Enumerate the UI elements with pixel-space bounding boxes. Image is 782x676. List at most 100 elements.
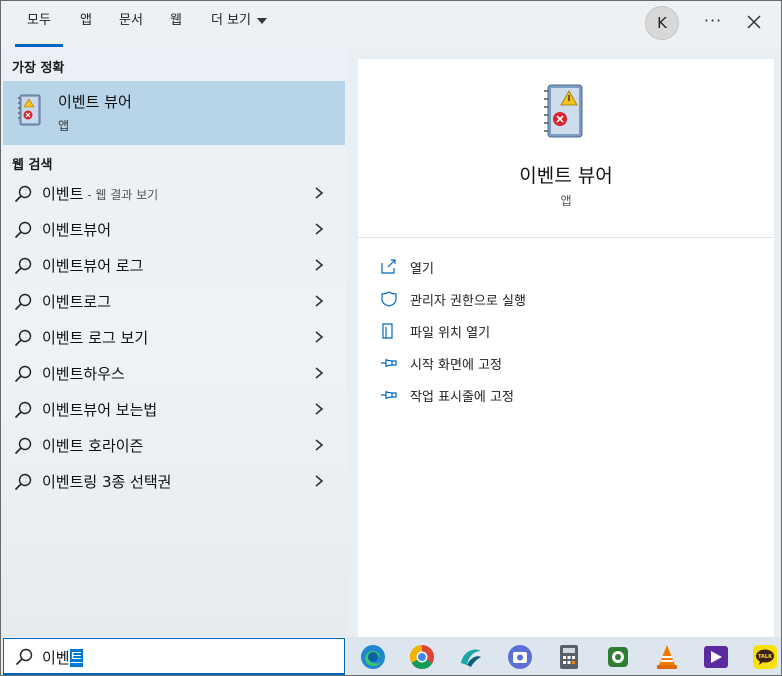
- web-search-item-text: 이벤트뷰어 보는법: [42, 401, 158, 419]
- tab-apps[interactable]: 앱: [71, 1, 101, 47]
- chevron-down-icon: [257, 17, 267, 24]
- open-icon: [381, 259, 396, 274]
- web-search-item-label: 이벤트하우스: [42, 363, 125, 384]
- action-open[interactable]: 열기: [380, 256, 760, 280]
- vlc-icon[interactable]: [653, 643, 681, 671]
- action-pin-taskbar-label: 작업 표시줄에 고정: [410, 390, 514, 405]
- search-input[interactable]: 이벤트: [3, 638, 345, 675]
- web-search-item-text: 이벤트: [42, 185, 84, 203]
- web-search-item-label: 이벤트 호라이즌: [42, 435, 143, 456]
- app-icon[interactable]: [604, 643, 632, 671]
- web-search-heading: 웹 검색: [12, 158, 53, 173]
- web-search-item-text: 이벤트하우스: [42, 365, 125, 383]
- web-search-item-text: 이벤트 로그 보기: [42, 329, 149, 347]
- chevron-right-icon: [315, 367, 324, 379]
- video-editor-icon[interactable]: [702, 643, 730, 671]
- tab-documents[interactable]: 문서: [109, 1, 153, 47]
- web-search-item[interactable]: 이벤트하우스: [3, 355, 345, 391]
- chrome-icon[interactable]: [408, 643, 436, 671]
- search-icon: [15, 648, 33, 666]
- web-search-item[interactable]: 이벤트로그: [3, 283, 345, 319]
- chevron-right-icon: [315, 439, 324, 451]
- web-search-item-label: 이벤트 로그 보기: [42, 327, 148, 348]
- web-search-item-label: 이벤트뷰어 로그: [42, 255, 143, 276]
- search-icon: [14, 365, 32, 383]
- tab-more[interactable]: 더 보기: [201, 1, 277, 47]
- tab-web[interactable]: 웹: [161, 1, 191, 47]
- divider: [358, 237, 774, 238]
- best-match-item[interactable]: 이벤트 뷰어 앱: [3, 81, 345, 145]
- event-viewer-icon: [544, 84, 583, 138]
- web-search-item-label: 이벤트뷰어: [42, 219, 111, 240]
- web-search-item-label: 이벤트 - 웹 결과 보기: [42, 183, 158, 204]
- best-match-type: 앱: [58, 119, 70, 133]
- web-search-item-text: 이벤트 호라이즌: [42, 437, 144, 455]
- search-icon: [14, 329, 32, 347]
- taskbar: TALK: [347, 637, 781, 675]
- chevron-right-icon: [315, 187, 324, 199]
- action-open-label: 열기: [410, 262, 434, 277]
- action-pin-start-label: 시작 화면에 고정: [410, 358, 502, 373]
- chevron-right-icon: [315, 223, 324, 235]
- action-pin-taskbar[interactable]: 작업 표시줄에 고정: [380, 384, 760, 408]
- web-search-item[interactable]: 이벤트뷰어: [3, 211, 345, 247]
- search-text: 이벤: [42, 649, 70, 667]
- calculator-icon[interactable]: [555, 643, 583, 671]
- action-pin-start[interactable]: 시작 화면에 고정: [380, 352, 760, 376]
- chevron-right-icon: [315, 295, 324, 307]
- action-open-file-location[interactable]: 파일 위치 열기: [380, 320, 760, 344]
- shield-icon: [381, 291, 397, 307]
- avatar-initial: K: [657, 14, 667, 32]
- avatar[interactable]: K: [645, 6, 679, 40]
- results-panel: 가장 정확 이벤트 뷰어 앱 웹 검색 이벤트 - 웹 결과 보기 이벤트뷰어 이벤…: [1, 47, 347, 637]
- web-search-item-text: 이벤트뷰어: [42, 221, 112, 239]
- web-search-item[interactable]: 이벤트링 3종 선택권: [3, 463, 345, 499]
- camera-icon[interactable]: [506, 643, 534, 671]
- search-icon: [14, 185, 32, 203]
- search-value: 이벤트: [42, 647, 84, 668]
- web-search-item-text: 이벤트링 3종 선택권: [42, 473, 172, 491]
- kakaotalk-icon[interactable]: TALK: [751, 643, 779, 671]
- search-icon: [14, 221, 32, 239]
- chevron-right-icon: [315, 403, 324, 415]
- tab-more-label: 더 보기: [210, 13, 251, 28]
- pin-icon: [381, 359, 397, 367]
- tab-web-label: 웹: [170, 13, 182, 28]
- event-viewer-icon: [18, 94, 41, 126]
- web-search-item-label: 이벤트링 3종 선택권: [42, 471, 171, 492]
- web-search-item-text: 이벤트뷰어 로그: [42, 257, 144, 275]
- start-search-window: 모두 앱 문서 웹 더 보기 K ··· 가장 정확 이벤트 뷰어 앱 웹 검색…: [0, 0, 782, 676]
- svg-text:TALK: TALK: [758, 654, 773, 660]
- best-match-heading: 가장 정확: [12, 61, 65, 76]
- web-search-item[interactable]: 이벤트 호라이즌: [3, 427, 345, 463]
- web-search-item[interactable]: 이벤트뷰어 로그: [3, 247, 345, 283]
- pin-icon: [381, 391, 397, 399]
- web-search-item[interactable]: 이벤트 로그 보기: [3, 319, 345, 355]
- tab-all-label: 모두: [27, 13, 51, 28]
- detail-panel: 이벤트 뷰어 앱 열기 관리자 권한으로 실행 파일 위치 열기 시작 화면에 …: [358, 59, 774, 637]
- search-icon: [14, 401, 32, 419]
- tab-all[interactable]: 모두: [15, 1, 63, 47]
- best-match-name: 이벤트 뷰어: [58, 93, 132, 111]
- search-icon: [14, 437, 32, 455]
- action-open-file-location-label: 파일 위치 열기: [410, 326, 491, 341]
- web-search-item[interactable]: 이벤트 - 웹 결과 보기: [3, 175, 345, 211]
- close-icon[interactable]: [741, 9, 767, 35]
- more-options-icon[interactable]: ···: [699, 11, 727, 35]
- web-search-item-text: 이벤트로그: [42, 293, 112, 311]
- web-search-item-label: 이벤트뷰어 보는법: [42, 399, 157, 420]
- detail-title: 이벤트 뷰어: [519, 165, 613, 187]
- app-icon[interactable]: [457, 643, 485, 671]
- file-location-icon: [382, 323, 393, 339]
- action-run-as-admin[interactable]: 관리자 권한으로 실행: [380, 288, 760, 312]
- web-search-item-suffix: - 웹 결과 보기: [83, 188, 159, 202]
- edge-icon[interactable]: [359, 643, 387, 671]
- chevron-right-icon: [315, 475, 324, 487]
- search-icon: [14, 473, 32, 491]
- action-run-as-admin-label: 관리자 권한으로 실행: [410, 294, 526, 309]
- tab-documents-label: 문서: [119, 13, 143, 28]
- chevron-right-icon: [315, 259, 324, 271]
- search-selected-text: 트: [69, 649, 84, 667]
- chevron-right-icon: [315, 331, 324, 343]
- web-search-item[interactable]: 이벤트뷰어 보는법: [3, 391, 345, 427]
